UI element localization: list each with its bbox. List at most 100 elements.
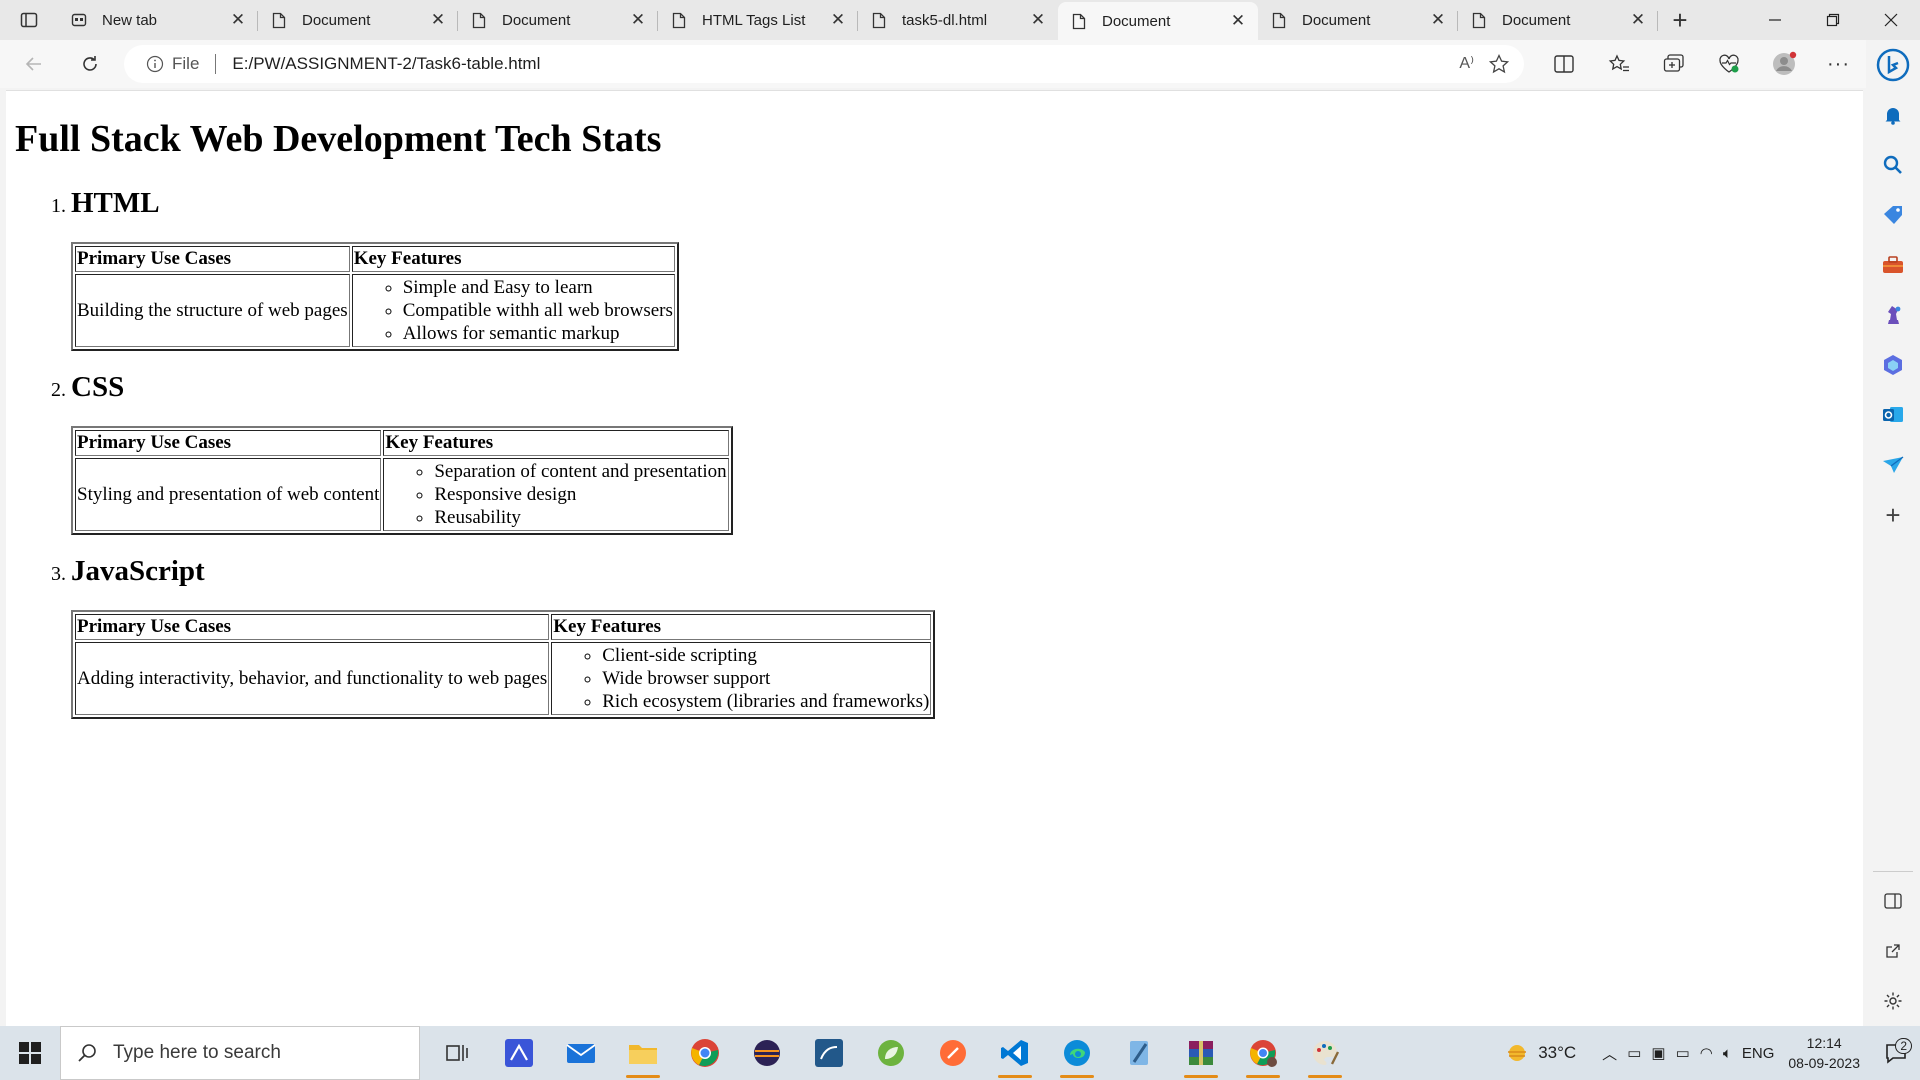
taskbar-app-winrar[interactable]	[1170, 1026, 1232, 1080]
restore-icon	[1826, 13, 1840, 27]
sidebar-panel-icon	[1884, 893, 1902, 909]
minimize-button[interactable]	[1746, 0, 1804, 40]
start-button[interactable]	[0, 1026, 60, 1080]
use-case-cell: Building the structure of web pages	[75, 274, 350, 347]
header-key-features: Key Features	[551, 614, 932, 640]
taskbar-app-eclipse[interactable]	[736, 1026, 798, 1080]
tab-document[interactable]: Document ✕	[458, 2, 658, 38]
favorites-icon	[1608, 54, 1629, 72]
copilot-button[interactable]	[1873, 40, 1913, 90]
taskbar-app-mail[interactable]	[550, 1026, 612, 1080]
new-tab-button[interactable]: +	[1658, 0, 1702, 40]
search-sidebar-button[interactable]	[1873, 140, 1913, 190]
postman-icon	[940, 1040, 966, 1066]
close-icon[interactable]: ✕	[1028, 10, 1048, 30]
wifi-icon[interactable]: ◠	[1700, 1044, 1713, 1062]
back-arrow-icon	[25, 57, 41, 71]
tab-document-active[interactable]: Document ✕	[1058, 2, 1258, 40]
notification-center-button[interactable]: 2	[1874, 1038, 1920, 1064]
tab-new-tab[interactable]: New tab ✕	[58, 2, 258, 38]
display-icon[interactable]: ▣	[1651, 1044, 1665, 1062]
split-screen-button[interactable]	[1536, 44, 1591, 84]
tab-document[interactable]: Document ✕	[258, 2, 458, 38]
weather-widget[interactable]: 33°C	[1504, 1040, 1576, 1066]
language-indicator[interactable]: ENG	[1742, 1045, 1775, 1062]
tab-html-tags-list[interactable]: HTML Tags List ✕	[658, 2, 858, 38]
refresh-button[interactable]	[68, 44, 112, 84]
taskbar-app-file-explorer[interactable]	[612, 1026, 674, 1080]
taskbar-app-mysql-workbench[interactable]	[798, 1026, 860, 1080]
browser-essentials-button[interactable]	[1701, 44, 1756, 84]
favorite-star-icon[interactable]	[1488, 53, 1510, 75]
close-icon[interactable]: ✕	[1228, 11, 1248, 31]
notifications-button[interactable]	[1873, 90, 1913, 140]
section-title: HTML	[71, 187, 160, 219]
taskbar-app-chrome-profile[interactable]	[1232, 1026, 1294, 1080]
close-icon[interactable]: ✕	[428, 10, 448, 30]
battery-icon[interactable]: ▭	[1676, 1044, 1690, 1062]
bell-icon	[1885, 108, 1901, 125]
open-external-button[interactable]	[1873, 926, 1913, 976]
address-bar[interactable]: File E:/PW/ASSIGNMENT-2/Task6-table.html…	[124, 45, 1524, 83]
external-link-icon	[1886, 944, 1900, 958]
meet-now-icon[interactable]: ▭	[1627, 1044, 1641, 1062]
features-list: Client-side scripting Wide browser suppo…	[553, 644, 929, 713]
vscode-icon	[1001, 1040, 1028, 1066]
taskbar-search[interactable]: Type here to search	[60, 1026, 420, 1080]
tab-task5-dl[interactable]: task5-dl.html ✕	[858, 2, 1058, 38]
tab-document[interactable]: Document ✕	[1458, 2, 1658, 38]
profile-avatar[interactable]	[1756, 44, 1811, 84]
info-icon[interactable]	[146, 55, 164, 73]
back-button[interactable]	[12, 44, 56, 84]
newtab-icon	[70, 11, 88, 29]
send-plane-icon	[1883, 456, 1904, 473]
task-view-button[interactable]	[426, 1026, 488, 1080]
taskbar-app-spring-tools[interactable]	[860, 1026, 922, 1080]
clock[interactable]: 12:14 08-09-2023	[1788, 1033, 1860, 1073]
close-icon	[1884, 13, 1898, 27]
tab-title: Document	[1102, 12, 1171, 30]
outlook-button[interactable]	[1873, 390, 1913, 440]
database-app-icon	[815, 1039, 843, 1067]
sidebar-settings-button[interactable]	[1873, 976, 1913, 1026]
taskbar-app-edge[interactable]	[1046, 1026, 1108, 1080]
read-aloud-icon[interactable]: A⁾	[1459, 53, 1474, 75]
features-cell: Simple and Easy to learn Compatible with…	[351, 274, 675, 347]
hide-sidebar-button[interactable]	[1873, 876, 1913, 926]
taskbar-app-vscode[interactable]	[984, 1026, 1046, 1080]
settings-more-button[interactable]: ···	[1811, 44, 1866, 84]
favorites-button[interactable]	[1591, 44, 1646, 84]
taskbar-app-notepad[interactable]	[1108, 1026, 1170, 1080]
tools-button[interactable]	[1873, 240, 1913, 290]
use-case-cell: Adding interactivity, behavior, and func…	[75, 642, 550, 715]
volume-icon[interactable]: 🔈︎	[1723, 1045, 1732, 1062]
office-icon	[1884, 355, 1902, 375]
taskbar-app-paint[interactable]	[1294, 1026, 1356, 1080]
collections-button[interactable]	[1646, 44, 1701, 84]
url-text[interactable]: E:/PW/ASSIGNMENT-2/Task6-table.html	[232, 54, 540, 74]
tab-document[interactable]: Document ✕	[1258, 2, 1458, 38]
close-icon[interactable]: ✕	[628, 10, 648, 30]
document-icon	[470, 11, 488, 29]
add-sidebar-app-button[interactable]: +	[1873, 490, 1913, 540]
restore-button[interactable]	[1804, 0, 1862, 40]
tech-section-javascript: JavaScript Primary Use Cases Key Feature…	[71, 555, 1863, 719]
document-icon	[670, 11, 688, 29]
close-window-button[interactable]	[1862, 0, 1920, 40]
close-icon[interactable]: ✕	[228, 10, 248, 30]
close-icon[interactable]: ✕	[828, 10, 848, 30]
shopping-button[interactable]	[1873, 190, 1913, 240]
tech-table: Primary Use Cases Key Features Building …	[71, 242, 679, 351]
tab-actions-button[interactable]	[0, 0, 58, 40]
taskbar-app-chrome[interactable]	[674, 1026, 736, 1080]
close-icon[interactable]: ✕	[1428, 10, 1448, 30]
chevron-up-icon[interactable]: ︿	[1602, 1043, 1617, 1064]
microsoft365-button[interactable]	[1873, 340, 1913, 390]
taskbar-app-postman[interactable]	[922, 1026, 984, 1080]
close-icon[interactable]: ✕	[1628, 10, 1648, 30]
drop-button[interactable]	[1873, 440, 1913, 490]
task-view-icon	[446, 1045, 468, 1061]
avatar-icon	[1772, 51, 1796, 75]
games-button[interactable]	[1873, 290, 1913, 340]
taskbar-app-azure-studio[interactable]	[488, 1026, 550, 1080]
